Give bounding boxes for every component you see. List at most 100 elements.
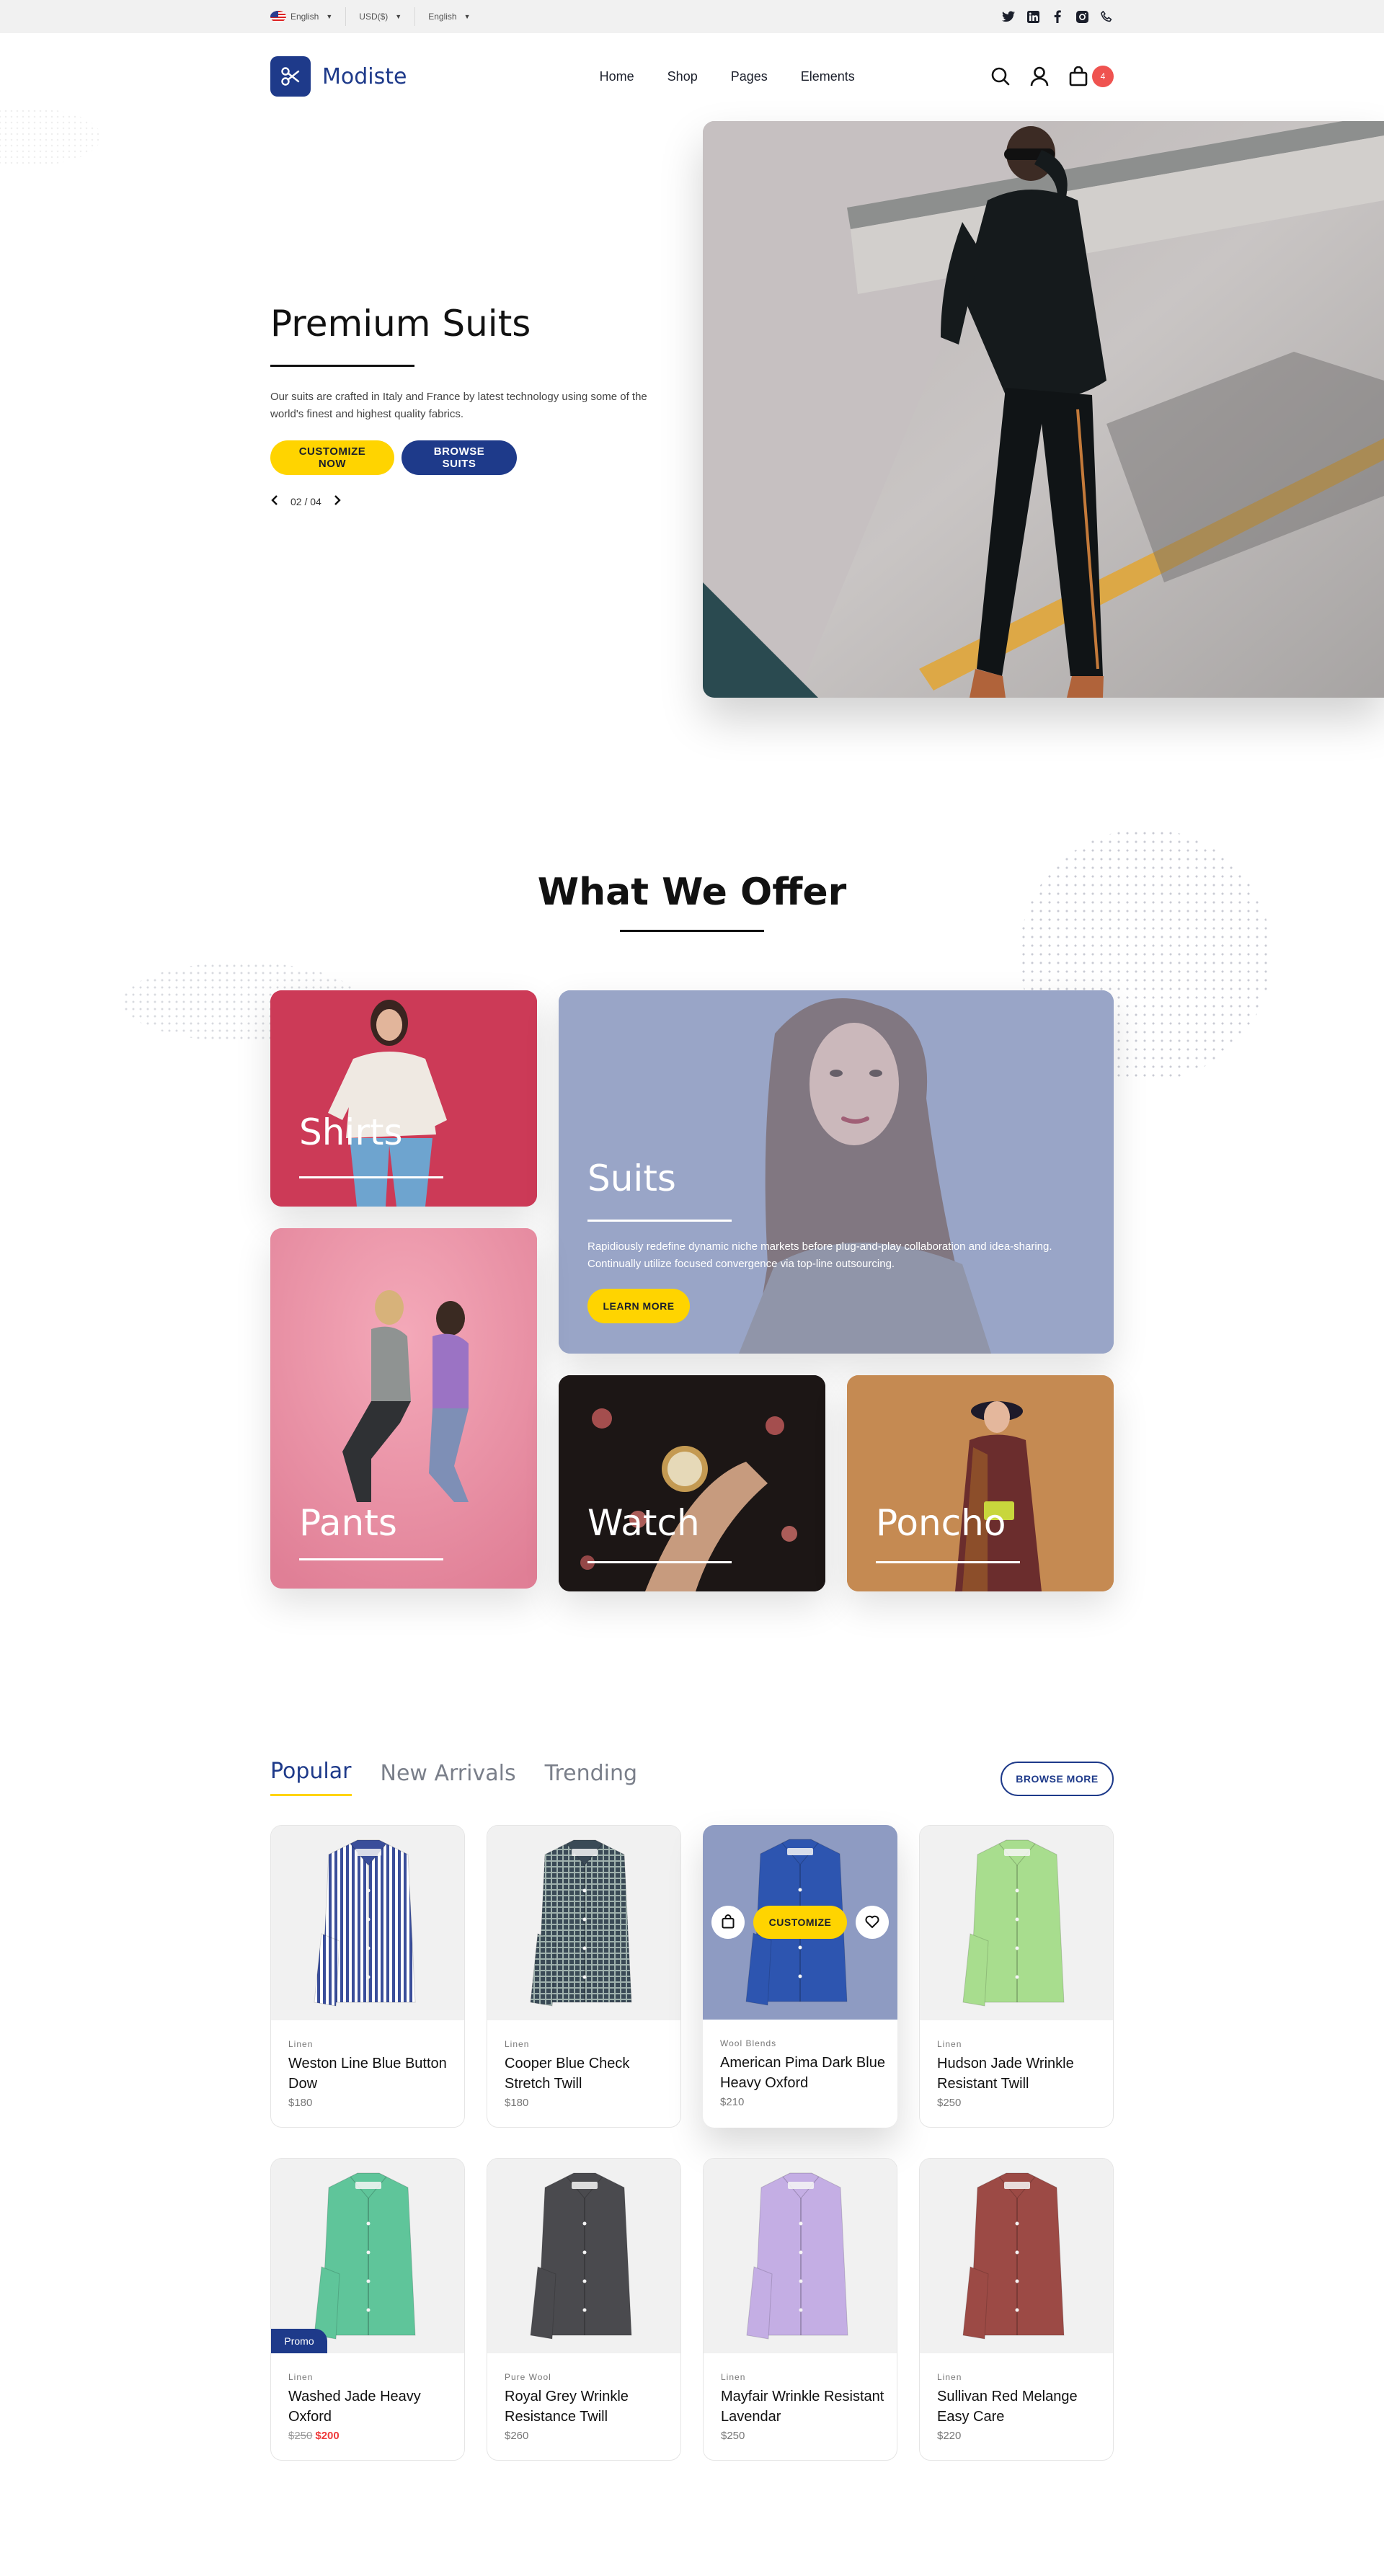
promo-badge: Promo — [271, 2329, 327, 2353]
language-selector[interactable]: English ▼ — [270, 7, 347, 26]
product-card[interactable]: Linen Cooper Blue Check Stretch Twill $180 — [487, 1825, 681, 2128]
product-image[interactable] — [487, 2159, 680, 2353]
suits-description: Rapidiously redefine dynamic niche marke… — [587, 1240, 1052, 1270]
product-card[interactable]: Linen Mayfair Wrinkle Resistant Lavendar $… — [703, 2158, 897, 2461]
shopping-bag-icon[interactable] — [1068, 66, 1089, 87]
customize-button[interactable]: CUSTOMIZE — [753, 1906, 847, 1939]
instagram-icon[interactable] — [1075, 9, 1089, 24]
brand-name: Modiste — [322, 63, 407, 89]
product-card[interactable]: Linen Sullivan Red Melange Easy Care $220 — [919, 2158, 1114, 2461]
poncho-photo — [847, 1375, 1114, 1591]
chevron-left-icon[interactable] — [270, 495, 279, 507]
product-category: Pure Wool — [505, 2372, 551, 2382]
browse-suits-button[interactable]: BROWSE SUITS — [402, 440, 517, 475]
product-price: $210 — [720, 2096, 745, 2108]
hero-pager: 02 / 04 — [270, 495, 674, 507]
product-image[interactable] — [920, 2159, 1113, 2353]
product-category: Linen — [505, 2039, 530, 2049]
nav-elements[interactable]: Elements — [801, 69, 855, 84]
nav-home[interactable]: Home — [600, 69, 634, 84]
currency-selector[interactable]: USD($) ▼ — [359, 7, 416, 26]
product-price: $250 — [937, 2097, 962, 2109]
suits-label: Suits — [587, 1158, 676, 1199]
top-bar: English ▼ USD($) ▼ English ▼ — [0, 0, 1384, 33]
hero-decoration — [0, 108, 101, 166]
product-name[interactable]: Mayfair Wrinkle Resistant Lavendar — [721, 2386, 887, 2427]
product-price: $250 $200 — [288, 2430, 340, 2442]
hero-title: Premium Suits — [270, 303, 531, 345]
product-name[interactable]: Cooper Blue Check Stretch Twill — [505, 2053, 670, 2094]
pants-card[interactable]: Pants — [270, 1228, 537, 1589]
product-name[interactable]: Sullivan Red Melange Easy Care — [937, 2386, 1103, 2427]
customize-now-button[interactable]: CUSTOMIZE NOW — [270, 440, 394, 475]
product-name[interactable]: Hudson Jade Wrinkle Resistant Twill — [937, 2053, 1103, 2094]
suits-card[interactable]: Suits Rapidiously redefine dynamic niche… — [559, 990, 1114, 1354]
tab-popular[interactable]: Popular — [270, 1759, 352, 1796]
product-name[interactable]: Royal Grey Wrinkle Resistance Twill — [505, 2386, 670, 2427]
learn-more-button[interactable]: LEARN MORE — [587, 1289, 690, 1323]
product-category: Wool Blends — [720, 2038, 777, 2048]
product-image[interactable] — [487, 1826, 680, 2020]
product-image[interactable] — [271, 2159, 464, 2353]
language-selector-2[interactable]: English ▼ — [428, 7, 483, 26]
product-category: Linen — [937, 2372, 962, 2382]
hero-description: Our suits are crafted in Italy and Franc… — [270, 391, 647, 420]
product-name[interactable]: Weston Line Blue Button Dow — [288, 2053, 454, 2094]
site-header: Modiste Home Shop Pages Elements 4 — [270, 55, 1114, 98]
nav-pages[interactable]: Pages — [731, 69, 768, 84]
scissors-icon — [270, 56, 311, 97]
language-label: English — [290, 12, 319, 22]
product-price: $220 — [937, 2430, 962, 2442]
product-card[interactable]: CUSTOMIZE Wool Blends American Pima Dark B… — [703, 1825, 897, 2128]
chevron-down-icon: ▼ — [326, 13, 333, 20]
shirts-label: Shirts — [299, 1111, 403, 1153]
product-card[interactable]: Pure Wool Royal Grey Wrinkle Resistance T… — [487, 2158, 681, 2461]
phone-icon[interactable] — [1099, 9, 1114, 24]
add-to-cart-button[interactable] — [711, 1906, 745, 1939]
linkedin-icon[interactable] — [1026, 9, 1040, 24]
product-hover-actions: CUSTOMIZE — [711, 1906, 889, 1939]
offer-section-title: What We Offer — [537, 871, 847, 914]
product-image[interactable] — [704, 2159, 897, 2353]
product-card[interactable]: Linen Hudson Jade Wrinkle Resistant Twill… — [919, 1825, 1114, 2128]
product-name[interactable]: American Pima Dark Blue Heavy Oxford — [720, 2053, 886, 2093]
main-nav: Home Shop Pages Elements — [600, 69, 855, 84]
product-card[interactable]: Promo Linen Washed Jade Heavy Oxford $250 $2… — [270, 2158, 465, 2461]
cart-count-badge: 4 — [1092, 66, 1114, 87]
product-category: Linen — [937, 2039, 962, 2049]
poncho-label: Poncho — [876, 1502, 1006, 1544]
shirts-photo — [270, 990, 537, 1207]
chevron-down-icon: ▼ — [395, 13, 402, 20]
browse-more-button[interactable]: BROWSE MORE — [1001, 1762, 1114, 1796]
user-icon[interactable] — [1029, 66, 1050, 87]
hero-content: Premium Suits Our suits are crafted in I… — [270, 303, 674, 507]
product-category: Linen — [721, 2372, 746, 2382]
product-image[interactable] — [271, 1826, 464, 2020]
us-flag-icon — [270, 11, 286, 22]
product-category: Linen — [288, 2039, 314, 2049]
shirts-card[interactable]: Shirts — [270, 990, 537, 1207]
facebook-icon[interactable] — [1050, 9, 1065, 24]
watch-underline — [587, 1561, 732, 1563]
slide-counter: 02 / 04 — [290, 495, 321, 507]
nav-shop[interactable]: Shop — [667, 69, 698, 84]
wishlist-button[interactable] — [856, 1906, 889, 1939]
chevron-down-icon: ▼ — [463, 13, 471, 20]
tab-new-arrivals[interactable]: New Arrivals — [381, 1761, 516, 1796]
watch-photo — [559, 1375, 825, 1591]
watch-card[interactable]: Watch — [559, 1375, 825, 1591]
product-card[interactable]: Linen Weston Line Blue Button Dow $180 — [270, 1825, 465, 2128]
product-name[interactable]: Washed Jade Heavy Oxford — [288, 2386, 454, 2427]
search-icon[interactable] — [990, 66, 1011, 87]
watch-label: Watch — [587, 1502, 700, 1544]
pants-underline — [299, 1558, 443, 1560]
tab-trending[interactable]: Trending — [545, 1761, 638, 1796]
chevron-right-icon[interactable] — [333, 495, 342, 507]
brand-logo[interactable]: Modiste — [270, 56, 407, 97]
product-image[interactable] — [920, 1826, 1113, 2020]
product-price: $180 — [288, 2097, 313, 2109]
twitter-icon[interactable] — [1001, 9, 1016, 24]
suits-underline — [587, 1220, 732, 1222]
poncho-card[interactable]: Poncho — [847, 1375, 1114, 1591]
pants-label: Pants — [299, 1502, 397, 1544]
